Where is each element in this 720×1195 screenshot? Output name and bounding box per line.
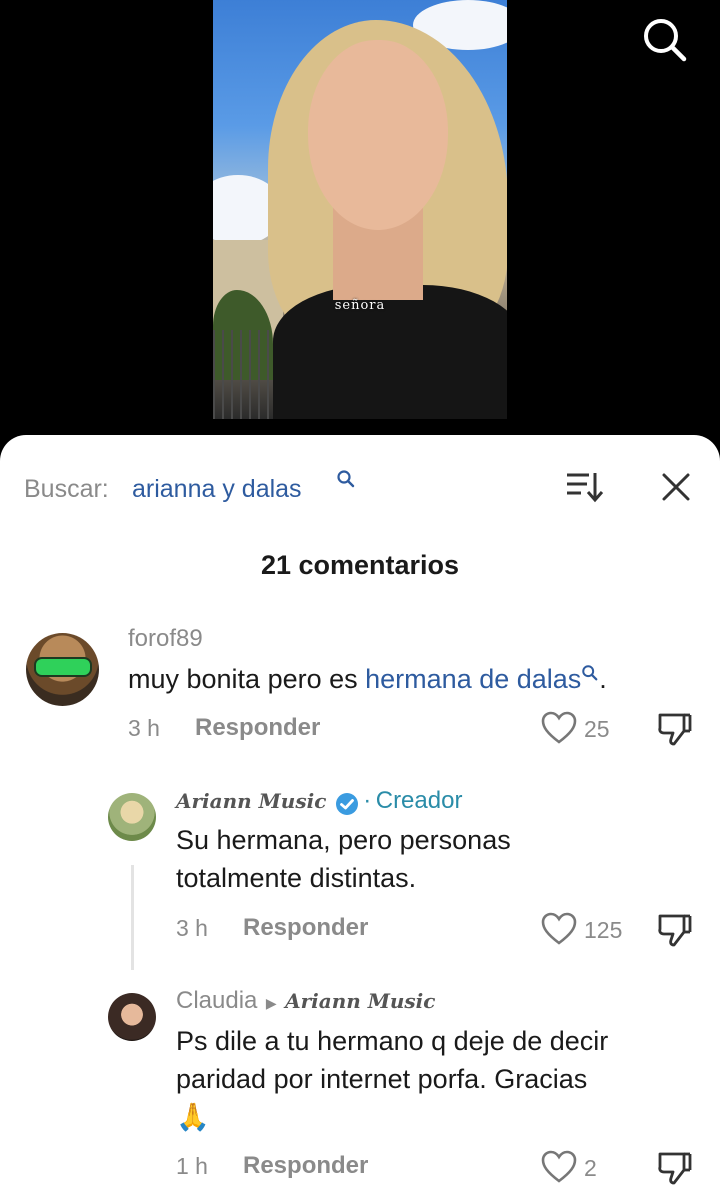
video-thumbnail[interactable]: señora — [213, 0, 507, 419]
verified-badge-icon — [335, 792, 358, 815]
search-icon[interactable] — [640, 16, 688, 64]
heart-icon[interactable] — [541, 1150, 577, 1184]
comment-text: muy bonita pero es hermana de dalas . — [128, 664, 607, 694]
search-icon — [337, 470, 355, 488]
avatar[interactable] — [108, 793, 156, 841]
like-count: 25 — [584, 716, 610, 742]
heart-icon[interactable] — [541, 912, 577, 946]
comment-header: Claudia ▶ Ariann Music — [176, 987, 435, 1015]
search-suggestion-row[interactable]: Buscar: arianna y dalas — [24, 469, 696, 509]
comment-count: 21 comentarios — [260, 550, 460, 580]
avatar[interactable] — [26, 633, 99, 706]
comment-time: 3 h — [176, 915, 208, 941]
search-prefix: Buscar: — [24, 475, 109, 503]
comment-time: 3 h — [128, 715, 160, 741]
search-term-link[interactable]: arianna y dalas — [132, 475, 302, 504]
dislike-icon[interactable] — [656, 1150, 694, 1186]
comment-header: Ariann Music · Creador — [176, 787, 463, 815]
reply-button[interactable]: Responder — [195, 714, 320, 742]
comment-username[interactable]: Claudia — [176, 987, 257, 1014]
thread-line — [131, 865, 134, 970]
reply-button[interactable]: Responder — [243, 914, 368, 942]
avatar[interactable] — [108, 993, 156, 1041]
close-icon[interactable] — [660, 471, 692, 503]
reply-to-username[interactable]: Ariann Music — [285, 989, 435, 1013]
comment-time: 1 h — [176, 1153, 208, 1179]
reply-arrow-icon: ▶ — [265, 995, 277, 1011]
video-area[interactable]: señora — [0, 0, 720, 440]
comment-username[interactable]: Ariann Music — [176, 789, 326, 813]
comment-text: Ps dile a tu hermano q deje de decir par… — [176, 1026, 609, 1132]
like-count: 2 — [584, 1155, 597, 1181]
comment-text: Su hermana, pero personas totalmente dis… — [176, 825, 511, 893]
dislike-icon[interactable] — [656, 912, 694, 948]
video-caption: señora — [334, 298, 386, 313]
sort-icon[interactable] — [565, 469, 605, 505]
comments-sheet: Buscar: arianna y dalas 21 comentarios f… — [0, 435, 720, 1195]
search-icon — [582, 665, 598, 681]
comment-search-link[interactable]: hermana de dalas — [365, 664, 581, 694]
heart-icon[interactable] — [541, 711, 577, 745]
reply-button[interactable]: Responder — [243, 1152, 368, 1180]
dislike-icon[interactable] — [656, 711, 694, 747]
comment-username[interactable]: forof89 — [128, 625, 203, 653]
creator-label: Creador — [375, 787, 463, 814]
like-count: 125 — [584, 917, 623, 943]
